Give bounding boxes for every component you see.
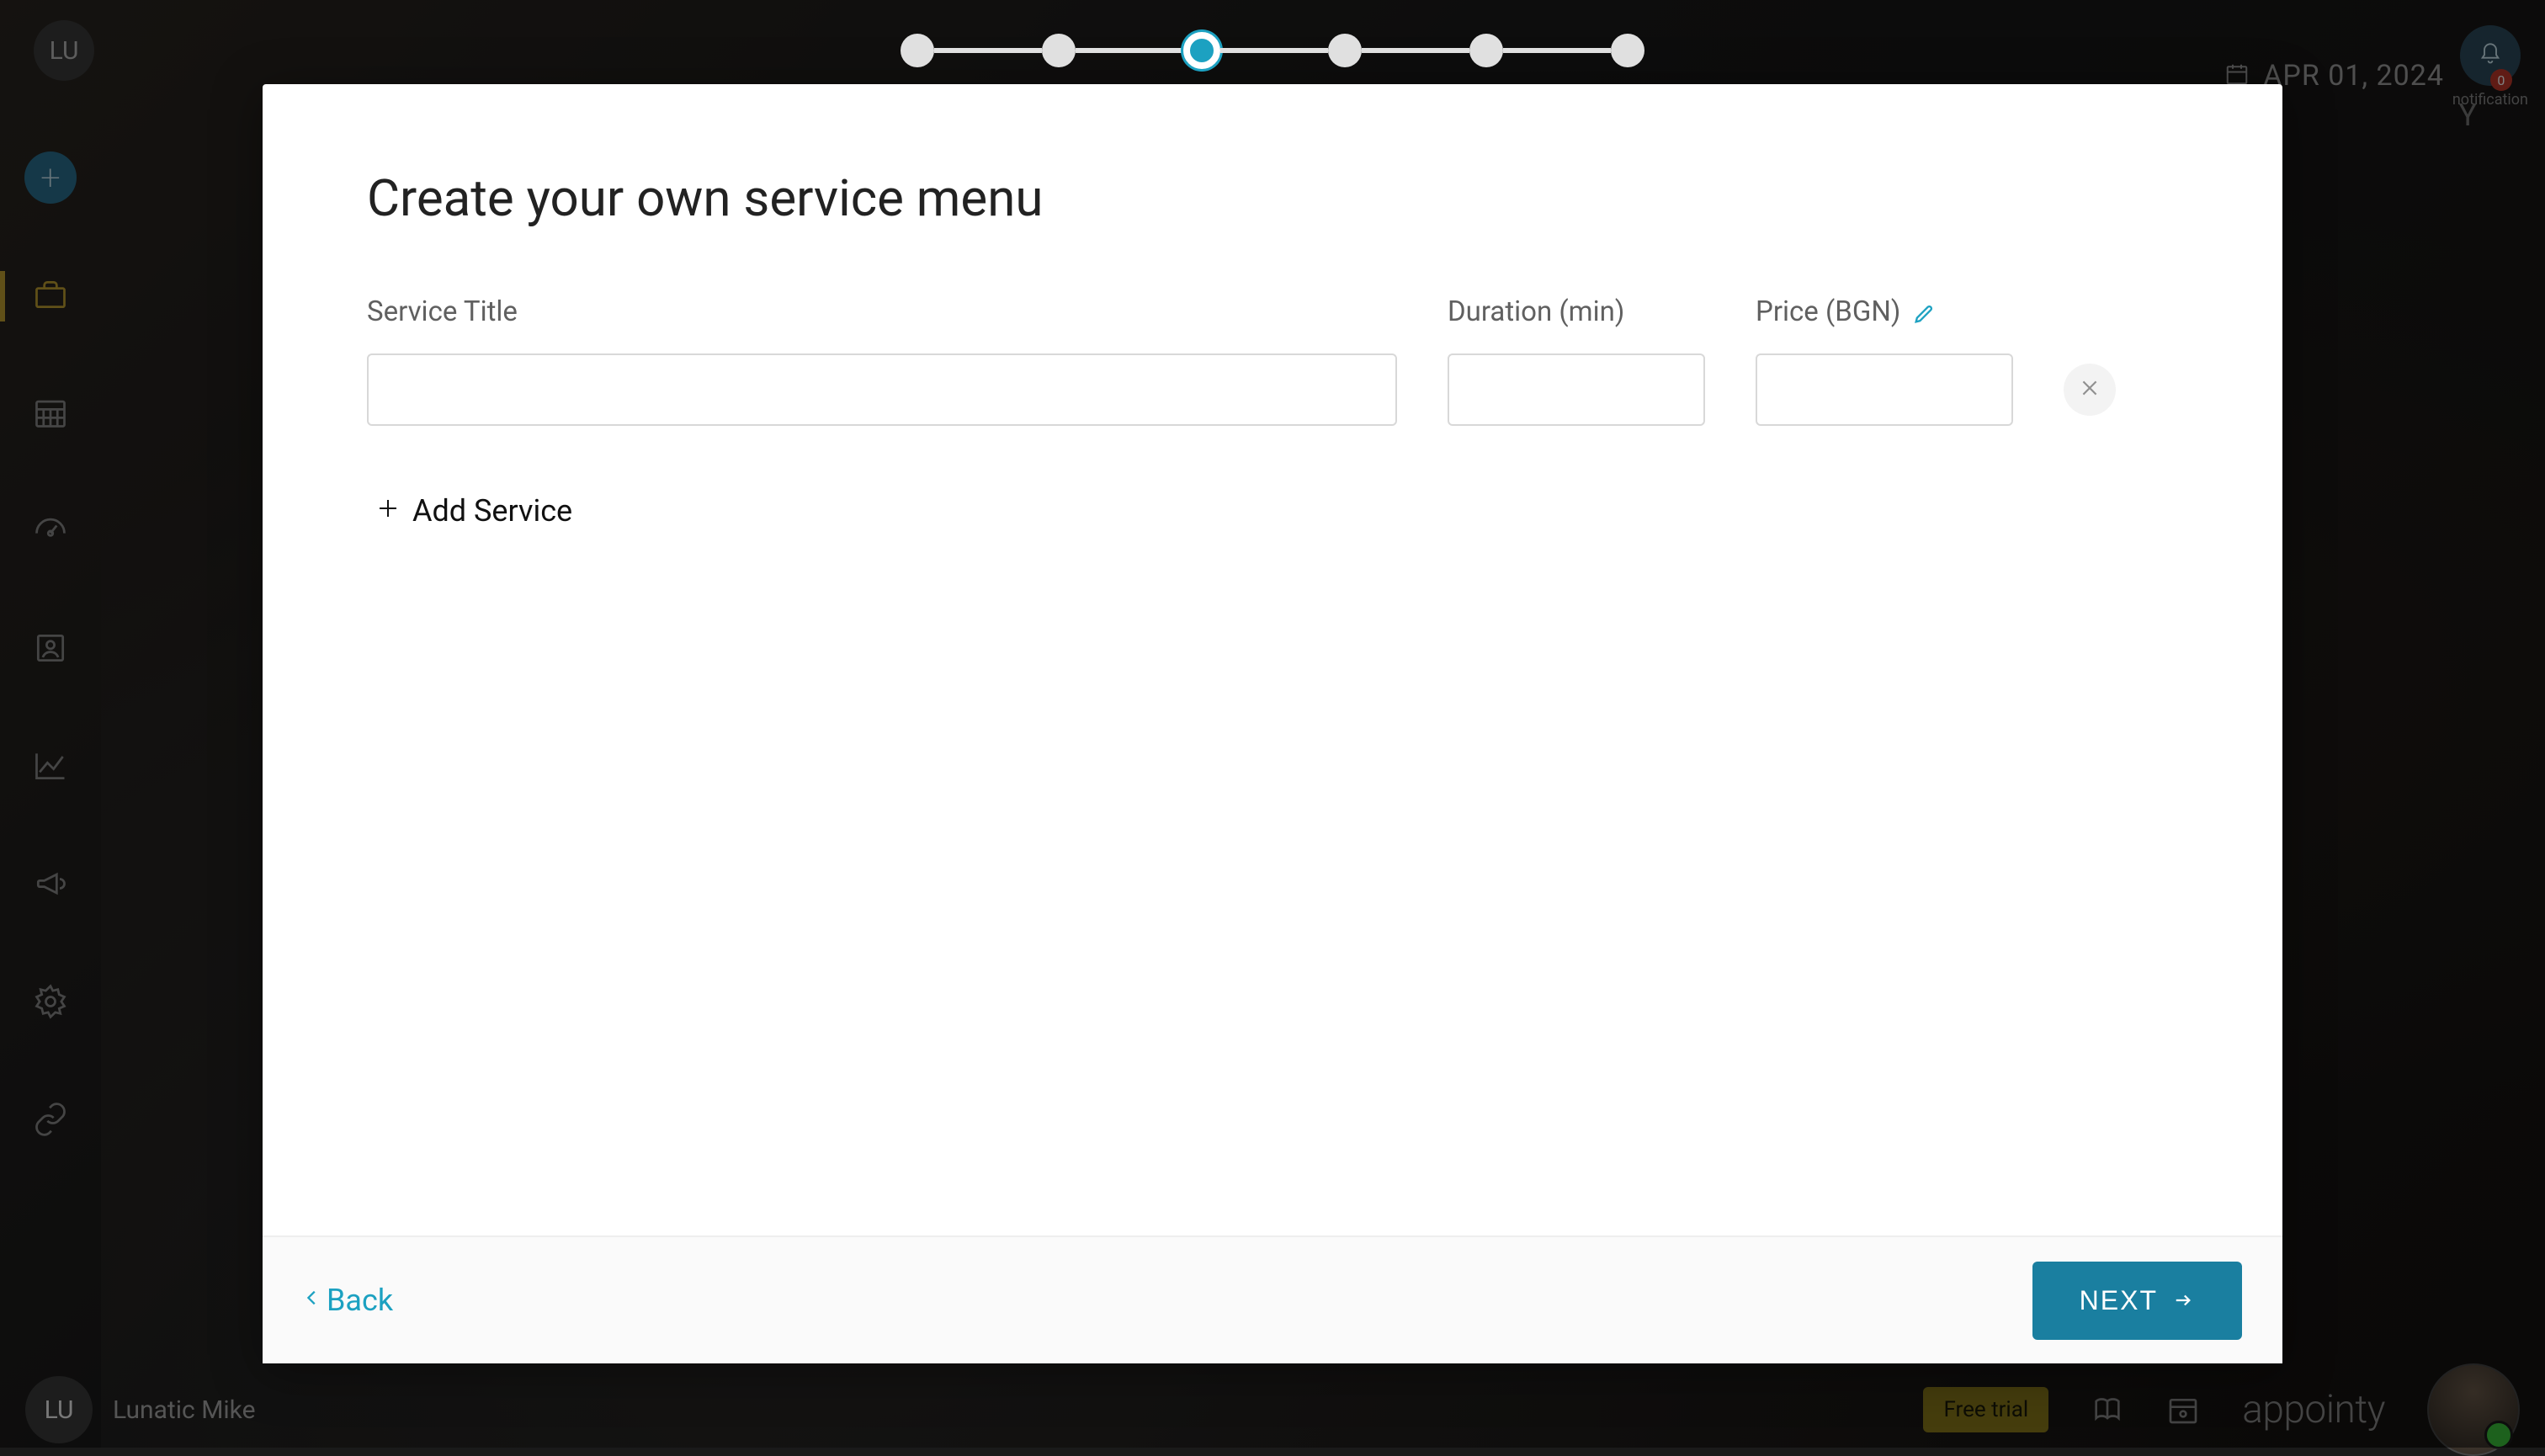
chevron-left-icon xyxy=(303,1283,321,1318)
pencil-icon xyxy=(1912,300,1936,333)
wizard-stepper xyxy=(901,32,1644,69)
step-line xyxy=(1220,48,1328,53)
step-dot-1[interactable] xyxy=(901,34,934,67)
next-button[interactable]: NEXT xyxy=(2032,1262,2242,1340)
step-line xyxy=(1503,48,1611,53)
back-label: Back xyxy=(327,1283,393,1318)
column-header-price: Price (BGN) xyxy=(1756,295,2013,328)
step-dot-4[interactable] xyxy=(1328,34,1362,67)
arrow-right-icon xyxy=(2171,1285,2195,1316)
column-header-duration: Duration (min) xyxy=(1448,295,1705,328)
service-price-input[interactable] xyxy=(1756,353,2013,426)
add-service-label: Add Service xyxy=(412,493,572,529)
step-dot-6[interactable] xyxy=(1611,34,1644,67)
next-label: NEXT xyxy=(2080,1285,2158,1316)
remove-row-button[interactable] xyxy=(2064,364,2116,416)
service-duration-input[interactable] xyxy=(1448,353,1705,426)
modal-title: Create your own service menu xyxy=(367,168,2178,228)
back-button[interactable]: Back xyxy=(303,1283,393,1318)
form-column-headers: Service Title Duration (min) Price (BGN) xyxy=(367,295,2178,328)
plus-icon xyxy=(375,493,401,529)
edit-currency-button[interactable] xyxy=(1912,300,1936,324)
modal-footer: Back NEXT xyxy=(263,1235,2282,1363)
step-dot-5[interactable] xyxy=(1469,34,1503,67)
step-line xyxy=(934,48,1042,53)
step-dot-3-current[interactable] xyxy=(1183,32,1220,69)
price-header-text: Price (BGN) xyxy=(1756,295,1900,328)
modal-body: Create your own service menu Service Tit… xyxy=(263,84,2282,1235)
service-menu-modal: Create your own service menu Service Tit… xyxy=(263,84,2282,1363)
close-icon xyxy=(2079,377,2101,402)
step-dot-2[interactable] xyxy=(1042,34,1076,67)
service-row xyxy=(367,353,2178,426)
add-service-button[interactable]: Add Service xyxy=(367,476,581,545)
step-line xyxy=(1076,48,1183,53)
column-header-title: Service Title xyxy=(367,295,1397,328)
step-line xyxy=(1362,48,1469,53)
service-title-input[interactable] xyxy=(367,353,1397,426)
